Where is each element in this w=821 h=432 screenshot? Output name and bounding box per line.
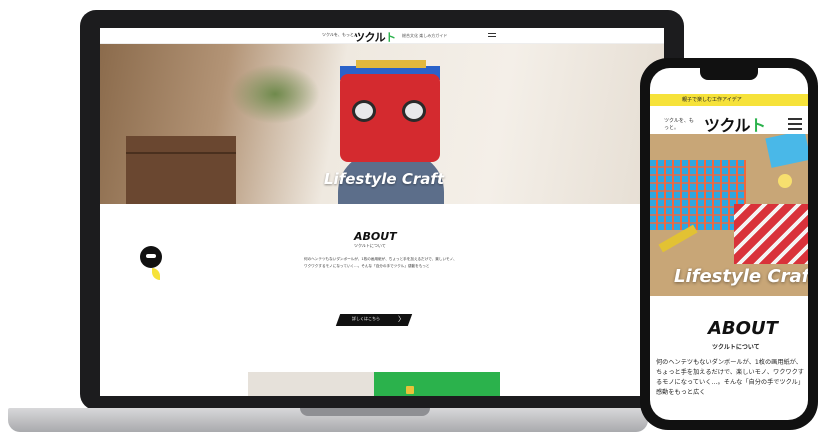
woven-paper-red [734, 204, 808, 264]
phone-about-subtitle: ツクルトについて [712, 344, 760, 351]
logo-main: ツクル [354, 31, 386, 44]
site-header: ツクルを、もっと。 ツクルト 総合文化 楽しみ方ガイド [100, 28, 664, 44]
phone-site-logo[interactable]: ツクルト [704, 112, 766, 136]
phone-screen: 親子で楽しむ工作アイデア ツクルを、もっと。 ツクルト Lifestyle Cr… [650, 68, 808, 420]
more-button-label[interactable]: 詳しくはこちら [352, 316, 380, 322]
logo-accent: ト [385, 31, 396, 44]
about-title: ABOUT [354, 230, 397, 243]
header-tagline: ツクルを、もっと。 [322, 32, 358, 37]
hero-shelf [126, 136, 236, 204]
phone-about-title: ABOUT [708, 318, 778, 339]
phone-header-tagline: ツクルを、もっと。 [664, 118, 694, 131]
phone-hamburger-menu-icon[interactable] [788, 118, 802, 130]
feature-card-mark [406, 386, 414, 394]
about-subtitle: ツクルトについて [354, 243, 386, 248]
device-mockup: ツクルを、もっと。 ツクルト 総合文化 楽しみ方ガイド Lifestyle Cr… [0, 0, 821, 432]
paper-yellow-dot [778, 174, 792, 188]
promo-banner-text[interactable]: 親子で楽しむ工作アイデア [682, 96, 742, 103]
hero-title: Lifestyle Craft [324, 170, 445, 188]
hero-plant [230, 64, 320, 124]
hero-image: Lifestyle Craft [100, 44, 664, 204]
feature-card-left[interactable] [248, 372, 374, 396]
header-nav-text[interactable]: 総合文化 楽しみ方ガイド [402, 33, 447, 39]
paper-cyan [765, 134, 808, 168]
phone-notch [700, 68, 758, 80]
hamburger-menu-icon[interactable] [488, 33, 496, 39]
phone-about-body: 何のヘンテツもないダンボールが、1枚の画用紙が、ちょっと手を加えるだけで、楽しい… [656, 359, 805, 396]
phone-hero-title: Lifestyle Craft [674, 266, 808, 287]
phone-logo-main: ツクル [704, 116, 751, 135]
phone-logo-accent: ト [750, 116, 766, 135]
about-body: 何のヘンテツもないダンボールが、1枚の画用紙が、ちょっと手を加えるだけで、楽しい… [304, 257, 457, 268]
laptop-screen: ツクルを、もっと。 ツクルト 総合文化 楽しみ方ガイド Lifestyle Cr… [100, 28, 664, 396]
laptop-notch [300, 408, 430, 416]
chevron-right-icon[interactable]: 〉 [398, 314, 405, 324]
feature-card-right[interactable] [374, 372, 500, 396]
site-logo[interactable]: ツクルト [354, 29, 396, 45]
